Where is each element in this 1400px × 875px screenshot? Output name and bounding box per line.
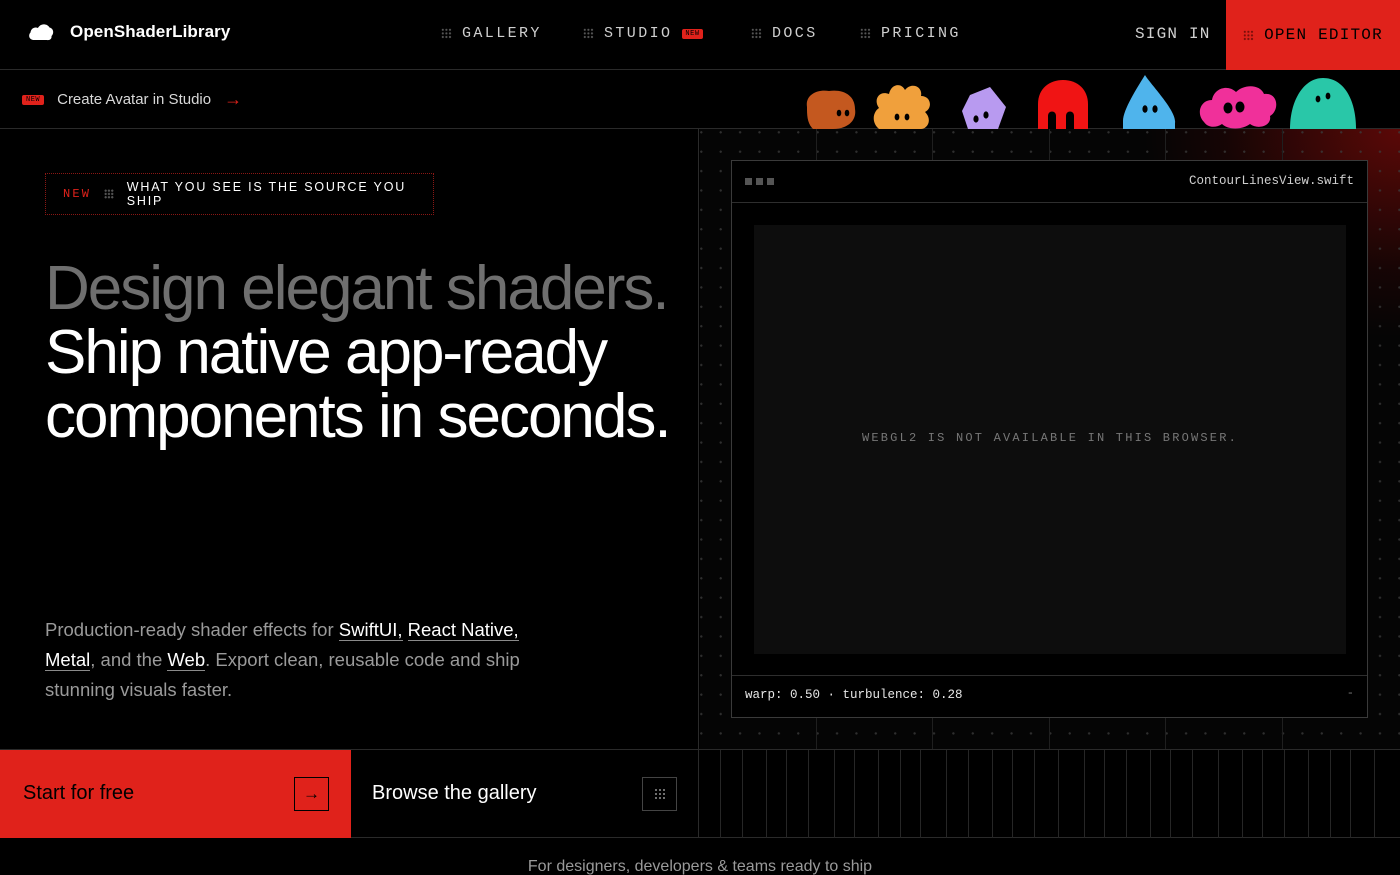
- grid-dots-icon: [860, 28, 871, 39]
- stripe-line: [1242, 750, 1243, 838]
- announcement-bar: NEW Create Avatar in Studio →: [0, 70, 1400, 129]
- shader-params: warp: 0.50 · turbulence: 0.28: [745, 688, 963, 702]
- subtitle-prefix: Production-ready shader effects for: [45, 619, 339, 640]
- code-window: ContourLinesView.swift WEBGL2 IS NOT AVA…: [731, 160, 1368, 718]
- stripe-line: [1126, 750, 1127, 838]
- code-window-filename: ContourLinesView.swift: [1188, 174, 1354, 188]
- headline-main: Ship native app-ready components in seco…: [45, 318, 672, 451]
- browse-gallery-button[interactable]: Browse the gallery: [351, 750, 699, 838]
- swiftui-link[interactable]: SwiftUI,: [338, 619, 403, 641]
- browse-gallery-label: Browse the gallery: [372, 782, 537, 804]
- grid-dots-icon: [441, 28, 452, 39]
- stripe-line: [1150, 750, 1151, 838]
- decorative-stripes: [700, 750, 1400, 838]
- stripe-line: [1192, 750, 1193, 838]
- cloud-logo-icon: [28, 23, 54, 41]
- new-badge: NEW: [682, 28, 703, 39]
- stripe-line: [1058, 750, 1059, 838]
- announcement-text: Create Avatar in Studio: [57, 91, 212, 108]
- nav-docs-label: DOCS: [772, 25, 818, 42]
- stripe-line: [1374, 750, 1375, 838]
- code-window-footer: warp: 0.50 · turbulence: 0.28 -: [732, 675, 1367, 717]
- avatar-drop[interactable]: [1121, 75, 1177, 129]
- window-dots-icon: [745, 178, 774, 185]
- avatar-cloud[interactable]: [1198, 82, 1278, 129]
- brand-name: OpenShaderLibrary: [70, 22, 231, 41]
- new-badge: NEW: [22, 94, 45, 105]
- stripe-line: [1012, 750, 1013, 838]
- grid-dots-icon: [1243, 29, 1255, 41]
- nav-studio-label: STUDIO: [604, 25, 673, 42]
- stripe-line: [1284, 750, 1285, 838]
- stripe-line: [1350, 750, 1351, 838]
- stripe-line: [1262, 750, 1263, 838]
- avatar-flower[interactable]: [871, 82, 933, 129]
- start-for-free-label: Start for free: [23, 782, 135, 804]
- grid-dots-icon: [751, 28, 762, 39]
- nav-gallery[interactable]: GALLERY: [441, 25, 542, 42]
- stripe-line: [900, 750, 901, 838]
- hero-section: NEW WHAT YOU SEE IS THE SOURCE YOU SHIP …: [0, 129, 699, 749]
- headline-muted: Design elegant shaders.: [45, 254, 670, 323]
- start-for-free-button[interactable]: Start for free →: [0, 750, 351, 838]
- tagline-new-label: NEW: [63, 187, 92, 201]
- open-editor-button[interactable]: OPEN EDITOR: [1226, 0, 1400, 70]
- brand[interactable]: OpenShaderLibrary: [28, 22, 230, 42]
- stripe-line: [1084, 750, 1085, 838]
- stripe-line: [1170, 750, 1171, 838]
- subtitle-middle: , and the: [90, 649, 168, 670]
- avatar-blob[interactable]: [803, 87, 857, 129]
- arrow-right-icon: →: [224, 89, 243, 109]
- stripe-line: [834, 750, 835, 838]
- stripe-line: [854, 750, 855, 838]
- stripe-line: [1218, 750, 1219, 838]
- tagline-text: WHAT YOU SEE IS THE SOURCE YOU SHIP: [126, 180, 407, 208]
- grid-dots-icon: [583, 28, 594, 39]
- react-native-link[interactable]: React Native,: [407, 619, 519, 641]
- stripe-line: [992, 750, 993, 838]
- grid-dots-icon: [104, 189, 114, 199]
- metal-link[interactable]: Metal: [45, 649, 91, 671]
- nav-gallery-label: GALLERY: [462, 25, 542, 42]
- stripe-line: [766, 750, 767, 838]
- stripe-line: [742, 750, 743, 838]
- stripe-line: [946, 750, 947, 838]
- stripe-line: [968, 750, 969, 838]
- audience-caption: For designers, developers & teams ready …: [527, 858, 873, 875]
- nav-pricing[interactable]: PRICING: [860, 25, 961, 42]
- stripe-line: [920, 750, 921, 838]
- top-navigation: OpenShaderLibrary GALLERY STUDIO NEW DOC…: [0, 0, 1400, 70]
- stripe-line: [1104, 750, 1105, 838]
- shader-canvas[interactable]: WEBGL2 IS NOT AVAILABLE IN THIS BROWSER.: [754, 225, 1346, 654]
- minimize-button[interactable]: -: [1347, 686, 1354, 700]
- sign-in-link[interactable]: SIGN IN: [1135, 25, 1211, 43]
- web-link[interactable]: Web: [167, 649, 206, 671]
- hero-subtitle: Production-ready shader effects for Swif…: [45, 615, 565, 705]
- canvas-error-message: WEBGL2 IS NOT AVAILABLE IN THIS BROWSER.: [861, 431, 1239, 445]
- cta-row: Start for free → Browse the gallery: [0, 749, 1400, 838]
- stripe-line: [720, 750, 721, 838]
- shader-preview-panel: ContourLinesView.swift WEBGL2 IS NOT AVA…: [700, 129, 1400, 749]
- code-window-header: ContourLinesView.swift: [732, 161, 1367, 203]
- stripe-line: [808, 750, 809, 838]
- arrow-right-icon: →: [294, 777, 329, 811]
- tagline-badge: NEW WHAT YOU SEE IS THE SOURCE YOU SHIP: [45, 173, 434, 215]
- stripe-line: [1034, 750, 1035, 838]
- avatar-dome[interactable]: [1288, 78, 1358, 129]
- avatar-ghost[interactable]: [1036, 80, 1090, 129]
- announcement-link[interactable]: NEW Create Avatar in Studio →: [22, 89, 242, 110]
- nav-pricing-label: PRICING: [881, 25, 961, 42]
- stripe-line: [878, 750, 879, 838]
- stripe-line: [786, 750, 787, 838]
- nav-studio[interactable]: STUDIO NEW: [583, 25, 703, 42]
- avatar-cube[interactable]: [960, 85, 1008, 129]
- grid-icon: [642, 777, 677, 811]
- open-editor-label: OPEN EDITOR: [1264, 26, 1383, 44]
- stripe-line: [1308, 750, 1309, 838]
- stripe-line: [1330, 750, 1331, 838]
- hero-headline: Design elegant shaders. Ship native app-…: [45, 257, 685, 449]
- nav-docs[interactable]: DOCS: [751, 25, 818, 42]
